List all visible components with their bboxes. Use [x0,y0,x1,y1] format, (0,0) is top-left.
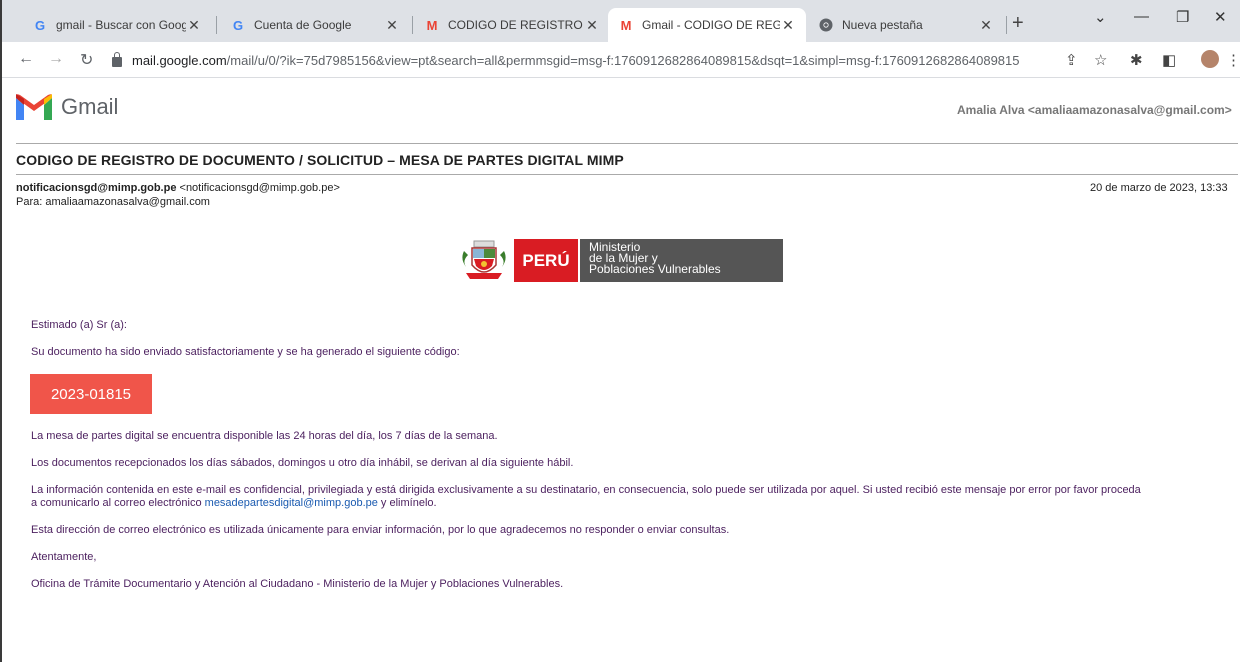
tab-google-search[interactable]: G gmail - Buscar con Google ✕ [22,8,212,42]
peru-coat-of-arms-icon [458,239,510,282]
gmail-m-icon [16,94,52,120]
email-paragraph-cont: a comunicarlo al correo electrónico mesa… [31,497,437,509]
email-intro: Su documento ha sido enviado satisfactor… [31,346,460,358]
email-sender: notificacionsgd@mimp.gob.pe <notificacio… [16,182,340,194]
tab-title: Cuenta de Google [254,18,352,32]
url-host: mail.google.com [132,52,227,68]
profile-avatar[interactable] [1201,50,1219,68]
close-icon[interactable]: ✕ [584,17,600,34]
lock-icon [112,52,122,67]
email-closing: Atentamente, [31,551,97,563]
mesa-partes-email-link[interactable]: mesadepartesdigital@mimp.gob.pe [205,497,378,509]
tab-title: Gmail - CODIGO DE REGISTR [642,18,780,32]
restore-button[interactable]: ❐ [1176,8,1189,26]
menu-dots-icon[interactable]: ⋮ [1226,51,1240,69]
browser-window: G gmail - Buscar con Google ✕ G Cuenta d… [0,0,1240,662]
chrome-icon [818,17,834,33]
gmail-icon: M [620,17,632,33]
google-icon: G [232,17,244,33]
close-window-button[interactable]: ✕ [1214,8,1227,26]
tab-title: Nueva pestaña [842,18,923,32]
tab-title: gmail - Buscar con Google [56,18,186,32]
email-paragraph: La mesa de partes digital se encuentra d… [31,430,498,442]
tab-google-account[interactable]: G Cuenta de Google ✕ [220,8,410,42]
close-icon[interactable]: ✕ [186,17,202,34]
paragraph-text: y elimínelo. [380,497,437,509]
url-path: /mail/u/0/?ik=75d7985156&view=pt&search=… [226,52,1020,68]
email-greeting: Estimado (a) Sr (a): [31,319,127,331]
forward-button[interactable]: → [48,50,64,68]
tab-gmail-active[interactable]: M Gmail - CODIGO DE REGISTR ✕ [608,8,806,42]
browser-toolbar: ← → ↻ mail.google.com/mail/u/0/?ik=75d79… [2,42,1240,78]
email-recipient: Para: amaliaamazonasalva@gmail.com [16,196,210,208]
tab-new-tab[interactable]: Nueva pestaña ✕ [808,8,1004,42]
share-icon[interactable]: ⇪ [1065,51,1078,69]
back-button[interactable]: ← [18,50,34,68]
tab-title: CODIGO DE REGISTRO DE DC [448,18,584,32]
email-signature: Oficina de Trámite Documentario y Atenci… [31,578,564,590]
reload-button[interactable]: ↻ [80,50,93,70]
email-paragraph: La información contenida en este e-mail … [31,484,1141,496]
registration-code: 2023-01815 [30,374,152,414]
side-panel-icon[interactable]: ◧ [1162,51,1176,69]
account-label: Amalia Alva <amaliaamazonasalva@gmail.co… [957,103,1232,117]
peru-label: PERÚ [514,239,578,282]
google-icon: G [34,17,46,33]
mimp-banner: PERÚ Ministerio de la Mujer y Poblacione… [458,239,783,282]
email-date: 20 de marzo de 2023, 13:33 [1090,182,1228,194]
sender-email: notificacionsgd@mimp.gob.pe [16,182,177,194]
tab-codigo-registro[interactable]: M CODIGO DE REGISTRO DE DC ✕ [414,8,610,42]
gmail-logo: Gmail [16,94,118,120]
close-icon[interactable]: ✕ [384,17,400,34]
email-paragraph: Esta dirección de correo electrónico es … [31,524,730,536]
gmail-icon: M [426,17,438,33]
email-subject: CODIGO DE REGISTRO DE DOCUMENTO / SOLICI… [16,152,624,168]
close-icon[interactable]: ✕ [780,17,796,34]
new-tab-button[interactable]: + [1012,12,1024,35]
tab-search-icon[interactable]: ⌄ [1094,8,1107,26]
paragraph-text: a comunicarlo al correo electrónico [31,497,202,509]
gmail-wordmark: Gmail [61,94,119,119]
sender-address: <notificacionsgd@mimp.gob.pe> [179,182,340,194]
email-paragraph: Los documentos recepcionados los días sá… [31,457,574,469]
ministry-label: Ministerio de la Mujer y Poblaciones Vul… [579,239,783,282]
minimize-button[interactable]: — [1134,8,1149,25]
tab-strip: G gmail - Buscar con Google ✕ G Cuenta d… [2,0,1240,42]
ministry-line: Poblaciones Vulnerables [589,262,721,276]
divider [16,174,1238,175]
address-bar[interactable]: mail.google.com/mail/u/0/?ik=75d7985156&… [112,47,1052,73]
url-text: mail.google.com/mail/u/0/?ik=75d7985156&… [132,53,1020,68]
close-icon[interactable]: ✕ [978,17,994,34]
extensions-icon[interactable]: ✱ [1130,51,1143,69]
bookmark-star-icon[interactable]: ☆ [1094,51,1107,69]
divider [16,143,1238,144]
